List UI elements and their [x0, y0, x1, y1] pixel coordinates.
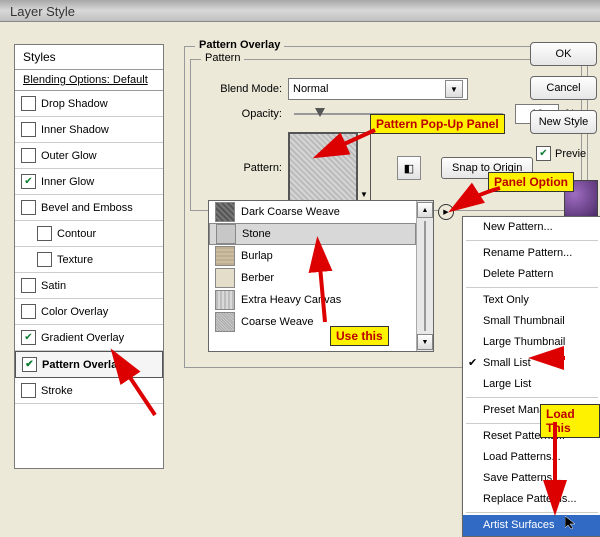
menu-large-list[interactable]: Large List — [463, 374, 600, 395]
menu-save-patterns[interactable]: Save Patterns... — [463, 468, 600, 489]
menu-text-only[interactable]: Text Only — [463, 290, 600, 311]
menu-small-list[interactable]: Small List — [463, 353, 600, 374]
pattern-swatch[interactable] — [288, 132, 358, 202]
menu-rename-pattern[interactable]: Rename Pattern... — [463, 243, 600, 264]
blending-options-header[interactable]: Blending Options: Default — [15, 70, 163, 91]
pattern-item-dark-coarse-weave[interactable]: Dark Coarse Weave — [209, 201, 416, 223]
checkbox-gradient-overlay[interactable] — [21, 330, 36, 345]
pattern-overlay-label: Pattern Overlay — [195, 39, 284, 51]
checkbox-pattern-overlay[interactable] — [22, 357, 37, 372]
style-color-overlay[interactable]: Color Overlay — [15, 299, 163, 325]
style-drop-shadow[interactable]: Drop Shadow — [15, 91, 163, 117]
menu-separator — [466, 240, 598, 241]
menu-separator — [466, 397, 598, 398]
scroll-thumb[interactable] — [424, 221, 426, 331]
checkbox-inner-shadow[interactable] — [21, 122, 36, 137]
checkbox-contour[interactable] — [37, 226, 52, 241]
preview-checkbox-row[interactable]: Previe — [530, 146, 600, 161]
menu-delete-pattern[interactable]: Delete Pattern — [463, 264, 600, 285]
pattern-thumb-icon — [215, 202, 235, 222]
ok-button[interactable]: OK — [530, 42, 597, 66]
style-bevel-emboss[interactable]: Bevel and Emboss — [15, 195, 163, 221]
pattern-dropdown-arrow[interactable]: ▼ — [358, 132, 371, 204]
window-title: Layer Style — [10, 4, 75, 19]
annotation-use-this: Use this — [330, 326, 389, 346]
pattern-popup-panel[interactable]: Dark Coarse Weave Stone Burlap Berber Ex… — [208, 200, 434, 352]
annotation-pattern-popup: Pattern Pop-Up Panel — [370, 114, 505, 134]
annotation-load-this: Load This — [540, 404, 600, 438]
pattern-thumb-icon — [215, 312, 235, 332]
blend-mode-select[interactable]: Normal ▼ — [288, 78, 468, 100]
menu-replace-patterns[interactable]: Replace Patterns... — [463, 489, 600, 510]
style-contour[interactable]: Contour — [15, 221, 163, 247]
menu-large-thumbnail[interactable]: Large Thumbnail — [463, 332, 600, 353]
checkbox-satin[interactable] — [21, 278, 36, 293]
pattern-groupbox-label: Pattern — [201, 52, 244, 64]
chevron-down-icon: ▼ — [445, 80, 463, 98]
styles-header[interactable]: Styles — [15, 45, 163, 70]
pattern-item-berber[interactable]: Berber — [209, 267, 416, 289]
dialog-buttons: OK Cancel New Style Previe — [530, 42, 600, 161]
pattern-thumb-icon — [215, 290, 235, 310]
style-stroke[interactable]: Stroke — [15, 378, 163, 404]
cancel-button[interactable]: Cancel — [530, 76, 597, 100]
pattern-thumb-icon — [215, 246, 235, 266]
new-preset-button[interactable]: ◧ — [397, 156, 421, 180]
annotation-panel-option: Panel Option — [488, 172, 574, 192]
checkbox-drop-shadow[interactable] — [21, 96, 36, 111]
scroll-down-icon[interactable]: ▼ — [417, 334, 433, 350]
menu-load-patterns[interactable]: Load Patterns... — [463, 447, 600, 468]
blend-mode-label: Blend Mode: — [197, 83, 282, 95]
panel-options-menu: New Pattern... Rename Pattern... Delete … — [462, 216, 600, 537]
style-pattern-overlay[interactable]: Pattern Overlay — [15, 351, 163, 378]
style-texture[interactable]: Texture — [15, 247, 163, 273]
checkbox-outer-glow[interactable] — [21, 148, 36, 163]
menu-artist-surfaces[interactable]: Artist Surfaces — [463, 515, 600, 536]
panel-flyout-button[interactable]: ▶ — [438, 204, 454, 220]
checkbox-color-overlay[interactable] — [21, 304, 36, 319]
pattern-item-stone[interactable]: Stone — [209, 223, 416, 245]
checkbox-bevel-emboss[interactable] — [21, 200, 36, 215]
checkbox-inner-glow[interactable] — [21, 174, 36, 189]
window-titlebar: Layer Style — [0, 0, 600, 22]
styles-panel: Styles Blending Options: Default Drop Sh… — [14, 44, 164, 469]
menu-separator — [466, 287, 598, 288]
pattern-item-extra-heavy-canvas[interactable]: Extra Heavy Canvas — [209, 289, 416, 311]
opacity-label: Opacity: — [197, 108, 282, 120]
preview-label: Previe — [555, 148, 586, 160]
menu-separator — [466, 512, 598, 513]
pattern-thumb-icon — [216, 224, 236, 244]
style-satin[interactable]: Satin — [15, 273, 163, 299]
style-inner-glow[interactable]: Inner Glow — [15, 169, 163, 195]
new-style-button[interactable]: New Style — [530, 110, 597, 134]
pattern-list-scrollbar[interactable]: ▲ ▼ — [416, 201, 433, 351]
pattern-item-burlap[interactable]: Burlap — [209, 245, 416, 267]
pattern-field-label: Pattern: — [197, 162, 282, 174]
menu-small-thumbnail[interactable]: Small Thumbnail — [463, 311, 600, 332]
checkbox-stroke[interactable] — [21, 383, 36, 398]
preview-checkbox[interactable] — [536, 146, 551, 161]
pattern-thumb-icon — [215, 268, 235, 288]
style-outer-glow[interactable]: Outer Glow — [15, 143, 163, 169]
scroll-up-icon[interactable]: ▲ — [417, 202, 433, 218]
style-gradient-overlay[interactable]: Gradient Overlay — [15, 325, 163, 351]
checkbox-texture[interactable] — [37, 252, 52, 267]
opacity-slider-thumb[interactable] — [315, 108, 325, 117]
menu-new-pattern[interactable]: New Pattern... — [463, 217, 600, 238]
style-inner-shadow[interactable]: Inner Shadow — [15, 117, 163, 143]
